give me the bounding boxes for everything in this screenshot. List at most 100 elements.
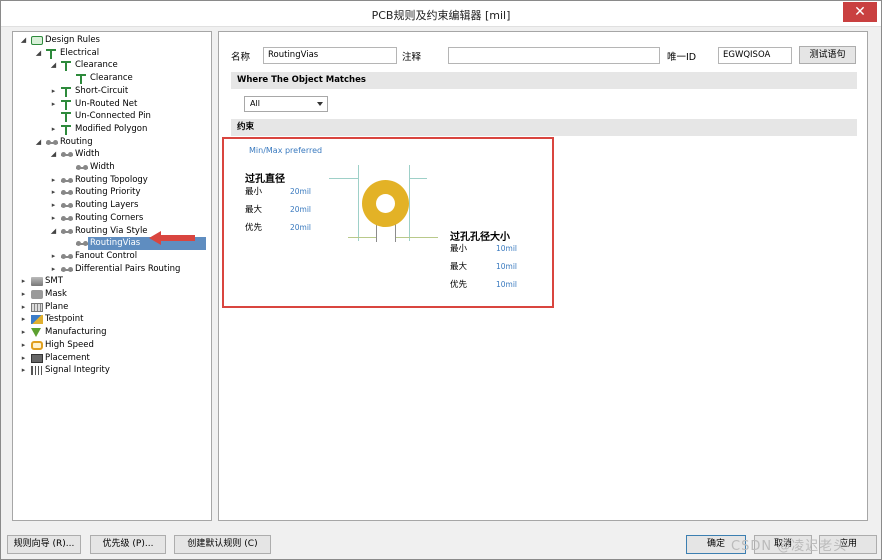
- rule-icon: [61, 86, 71, 97]
- diameter-guide-right: [409, 165, 410, 241]
- hole-size-pref-value[interactable]: 10mil: [496, 280, 517, 289]
- priorities-button[interactable]: 优先级 (P)...: [90, 535, 166, 554]
- rule-icon: [61, 99, 71, 110]
- hole-arrow-right: [396, 237, 438, 238]
- hole-size-max-label: 最大: [450, 262, 468, 272]
- tree-item-label: Electrical: [60, 47, 100, 58]
- rule-wizard-button[interactable]: 规则向导 (R)...: [7, 535, 81, 554]
- collapsed-arrow-icon[interactable]: ▸: [49, 98, 58, 111]
- mask-icon: [31, 290, 43, 299]
- collapsed-arrow-icon[interactable]: ▸: [19, 288, 28, 301]
- routing-icon: [61, 215, 73, 221]
- expanded-arrow-icon[interactable]: ◢: [49, 148, 58, 161]
- testpoint-icon: [31, 315, 43, 325]
- rule-icon: [76, 74, 86, 85]
- collapsed-arrow-icon[interactable]: ▸: [19, 364, 28, 377]
- plane-icon: [31, 302, 43, 312]
- hole-size-pref-label: 优先: [450, 280, 468, 290]
- collapsed-arrow-icon[interactable]: ▸: [49, 212, 58, 225]
- clearance-icon: [61, 61, 71, 72]
- rule-icon: [61, 124, 71, 135]
- comment-label: 注释: [402, 52, 422, 63]
- rule-name-input[interactable]: RoutingVias: [263, 47, 397, 64]
- collapsed-arrow-icon[interactable]: ▸: [49, 123, 58, 136]
- tree-item-label: Routing Layers: [75, 200, 139, 211]
- scope-select-value: All: [250, 99, 260, 108]
- create-default-rules-button[interactable]: 创建默认规则 (C): [174, 535, 271, 554]
- routing-icon: [76, 165, 88, 170]
- rules-tree[interactable]: ◢ Design Rules ◢ Electrical ◢ Clearance Cleara…: [12, 31, 212, 521]
- collapsed-arrow-icon[interactable]: ▸: [49, 199, 58, 212]
- comment-input[interactable]: [448, 47, 660, 64]
- collapsed-arrow-icon[interactable]: ▸: [19, 352, 28, 365]
- expanded-arrow-icon[interactable]: ◢: [49, 59, 58, 72]
- hole-arrow-left: [348, 237, 376, 238]
- collapsed-arrow-icon[interactable]: ▸: [49, 250, 58, 263]
- hole-size-max-value[interactable]: 10mil: [496, 262, 517, 271]
- collapsed-arrow-icon[interactable]: ▸: [49, 174, 58, 187]
- red-pointer-arrow-icon: [149, 231, 195, 245]
- collapsed-arrow-icon[interactable]: ▸: [49, 85, 58, 98]
- title-bar: PCB规则及约束编辑器 [mil] ✕: [1, 1, 881, 27]
- tree-item-label: High Speed: [45, 339, 94, 350]
- electrical-icon: [46, 48, 56, 59]
- tree-item-label: Routing: [60, 136, 93, 147]
- routing-icon: [61, 177, 73, 183]
- expanded-arrow-icon[interactable]: ◢: [49, 225, 58, 238]
- routing-icon: [76, 241, 88, 247]
- via-diameter-max-label: 最大: [245, 205, 263, 215]
- match-section-header: Where The Object Matches: [231, 72, 857, 89]
- smt-icon: [31, 277, 43, 287]
- tree-item-label: Clearance: [90, 73, 133, 84]
- tree-item-label: Signal Integrity: [45, 365, 110, 376]
- tree-item-label: Un-Connected Pin: [75, 111, 151, 122]
- via-diameter-min-label: 最小: [245, 187, 263, 197]
- collapsed-arrow-icon[interactable]: ▸: [19, 339, 28, 352]
- via-diameter-min-value[interactable]: 20mil: [290, 187, 311, 196]
- via-diameter-pref-label: 优先: [245, 223, 263, 233]
- tree-item-label: Differential Pairs Routing: [75, 263, 181, 274]
- diameter-arrow-left: [329, 178, 358, 179]
- rule-editor-window: PCB规则及约束编辑器 [mil] ✕ ◢ Design Rules ◢ Electr…: [0, 0, 882, 560]
- expanded-arrow-icon[interactable]: ◢: [19, 34, 28, 47]
- routing-icon: [61, 203, 73, 209]
- hole-size-title: 过孔孔径大小: [450, 232, 510, 243]
- diameter-arrow-right: [410, 178, 427, 179]
- collapsed-arrow-icon[interactable]: ▸: [19, 313, 28, 326]
- routing-icon: [61, 190, 73, 196]
- collapsed-arrow-icon[interactable]: ▸: [49, 263, 58, 276]
- routing-icon: [61, 228, 73, 234]
- collapsed-arrow-icon[interactable]: ▸: [19, 275, 28, 288]
- expanded-arrow-icon[interactable]: ◢: [34, 47, 43, 60]
- tree-item-label: Placement: [45, 352, 90, 363]
- collapsed-arrow-icon[interactable]: ▸: [19, 326, 28, 339]
- collapsed-arrow-icon[interactable]: ▸: [19, 301, 28, 314]
- via-hole-icon: [376, 194, 395, 213]
- tree-item-label: SMT: [45, 276, 63, 287]
- via-diameter-pref-value[interactable]: 20mil: [290, 223, 311, 232]
- constraints-section-header: 约束: [231, 119, 857, 136]
- unique-id-input[interactable]: EGWQISOA: [718, 47, 792, 64]
- rules-folder-icon: [31, 36, 43, 45]
- tree-item-label: Testpoint: [45, 314, 84, 325]
- tree-item-label: Design Rules: [45, 35, 100, 45]
- routing-icon: [61, 152, 73, 158]
- hole-size-min-value[interactable]: 10mil: [496, 244, 517, 253]
- name-label: 名称: [231, 52, 251, 63]
- expanded-arrow-icon[interactable]: ◢: [34, 136, 43, 149]
- routing-icon: [61, 266, 73, 272]
- via-diameter-max-value[interactable]: 20mil: [290, 205, 311, 214]
- collapsed-arrow-icon[interactable]: ▸: [49, 186, 58, 199]
- signal-integrity-icon: [31, 366, 43, 376]
- scope-select[interactable]: All: [244, 96, 328, 112]
- tree-item-label: Routing Topology: [75, 174, 148, 185]
- tree-item-label: Routing Priority: [75, 187, 141, 198]
- close-button[interactable]: ✕: [843, 2, 877, 22]
- mode-label: Min/Max preferred: [249, 146, 323, 155]
- hole-size-min-label: 最小: [450, 244, 468, 254]
- manufacturing-icon: [31, 328, 41, 338]
- rule-icon: [61, 112, 71, 123]
- test-query-button[interactable]: 测试语句: [799, 46, 856, 64]
- tree-item-label: Mask: [45, 289, 67, 299]
- tree-item-label: Modified Polygon: [75, 123, 148, 134]
